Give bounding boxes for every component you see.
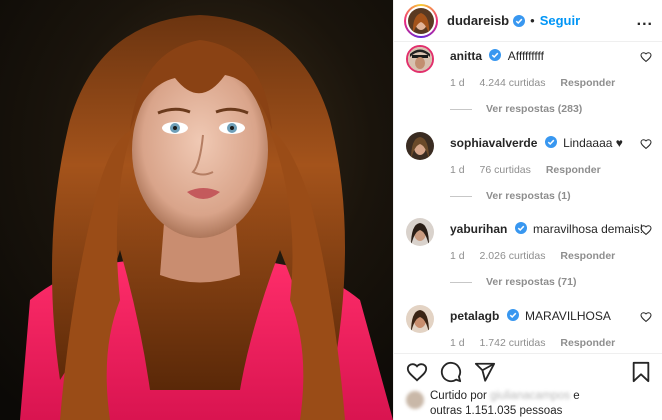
comment-likes[interactable]: 2.026 curtidas [480, 250, 546, 262]
post-header: dudareisb • Seguir ... [394, 0, 662, 42]
comment-body: sophiavalverde Lindaaaa ♥ [450, 136, 623, 150]
view-replies-label: Ver respostas (1) [486, 190, 571, 202]
comment-body: petalagb MARAVILHOSA [450, 309, 611, 323]
comment-likes[interactable]: 4.244 curtidas [480, 77, 546, 89]
sophiavalverde-avatar-image [406, 132, 434, 160]
post-photo[interactable] [0, 0, 393, 420]
author-avatar[interactable] [404, 3, 438, 38]
verified-badge-icon [506, 309, 519, 321]
comment-text: maravilhosa demais! [533, 222, 644, 236]
comment-meta: 1 d 4.244 curtidas Responder [450, 77, 627, 89]
heart-icon[interactable] [640, 138, 652, 150]
liked-by-others[interactable]: outras 1.151.035 pessoas [430, 405, 562, 417]
replies-line [450, 108, 472, 110]
post-actions: Curtido por giulianacampos e outras 1.15… [394, 353, 662, 420]
commenter-avatar[interactable] [406, 45, 434, 73]
paper-plane-icon[interactable] [474, 361, 496, 383]
commenter-avatar[interactable] [406, 218, 434, 246]
petalagb-avatar-image [406, 305, 434, 333]
post-side-panel: dudareisb • Seguir ... anitta Afffffffff… [393, 0, 662, 420]
heart-icon[interactable] [640, 224, 652, 236]
follow-button[interactable]: Seguir [540, 13, 580, 28]
view-replies-button[interactable]: Ver respostas (283) [450, 103, 582, 115]
view-replies-label: Ver respostas (283) [486, 103, 583, 115]
comment-body: yaburihan maravilhosa demais! [450, 222, 643, 236]
comment-username[interactable]: yaburihan [450, 222, 507, 236]
comment-age: 1 d [450, 337, 465, 349]
reply-button[interactable]: Responder [546, 164, 601, 176]
comment-age: 1 d [450, 164, 465, 176]
comment-age: 1 d [450, 250, 465, 262]
comment-meta: 1 d 76 curtidas Responder [450, 164, 613, 176]
liked-by-prefix: Curtido por [430, 390, 487, 402]
replies-line [450, 281, 472, 283]
portrait-image [0, 0, 393, 420]
verified-badge-icon [489, 49, 502, 61]
anitta-avatar-image [408, 47, 432, 71]
liked-by-connector: e [573, 390, 580, 402]
comment-text: Afffffffff [507, 49, 544, 63]
comment-likes[interactable]: 1.742 curtidas [480, 337, 546, 349]
heart-icon[interactable] [640, 311, 652, 323]
comment-text: Lindaaaa ♥ [563, 136, 623, 150]
bookmark-icon[interactable] [630, 361, 652, 383]
view-replies-button[interactable]: Ver respostas (71) [450, 276, 576, 288]
author-username[interactable]: dudareisb [447, 13, 509, 28]
yaburihan-avatar-image [406, 218, 434, 246]
comment-username[interactable]: sophiavalverde [450, 136, 537, 150]
liked-by-summary[interactable]: Curtido por giulianacampos e outras 1.15… [430, 389, 580, 419]
reply-button[interactable]: Responder [560, 337, 615, 349]
verified-badge-icon [544, 136, 557, 148]
verified-badge-icon [513, 14, 526, 27]
liked-by-user[interactable]: giulianacampos [490, 390, 570, 402]
comment-meta: 1 d 2.026 curtidas Responder [450, 250, 627, 262]
comment-username[interactable]: anitta [450, 49, 482, 63]
comment-body: anitta Afffffffff [450, 49, 544, 63]
comment-username[interactable]: petalagb [450, 309, 499, 323]
comments-list: anitta Afffffffff 1 d 4.244 curtidas Res… [394, 43, 662, 353]
verified-badge-icon [514, 222, 527, 234]
commenter-avatar[interactable] [406, 132, 434, 160]
like-heart-icon[interactable] [406, 361, 428, 383]
commenter-avatar[interactable] [406, 305, 434, 333]
comment-bubble-icon[interactable] [440, 361, 462, 383]
separator-dot: • [530, 13, 535, 28]
reply-button[interactable]: Responder [560, 250, 615, 262]
heart-icon[interactable] [640, 51, 652, 63]
more-options-icon[interactable]: ... [637, 12, 653, 30]
reply-button[interactable]: Responder [560, 77, 615, 89]
replies-line [450, 195, 472, 197]
view-replies-button[interactable]: Ver respostas (1) [450, 190, 571, 202]
liked-by-avatar [406, 391, 424, 409]
author-avatar-image [408, 7, 434, 34]
comment-age: 1 d [450, 77, 465, 89]
comment-meta: 1 d 1.742 curtidas Responder [450, 337, 627, 349]
view-replies-label: Ver respostas (71) [486, 276, 577, 288]
comment-text: MARAVILHOSA [525, 309, 611, 323]
comment-likes[interactable]: 76 curtidas [480, 164, 531, 176]
